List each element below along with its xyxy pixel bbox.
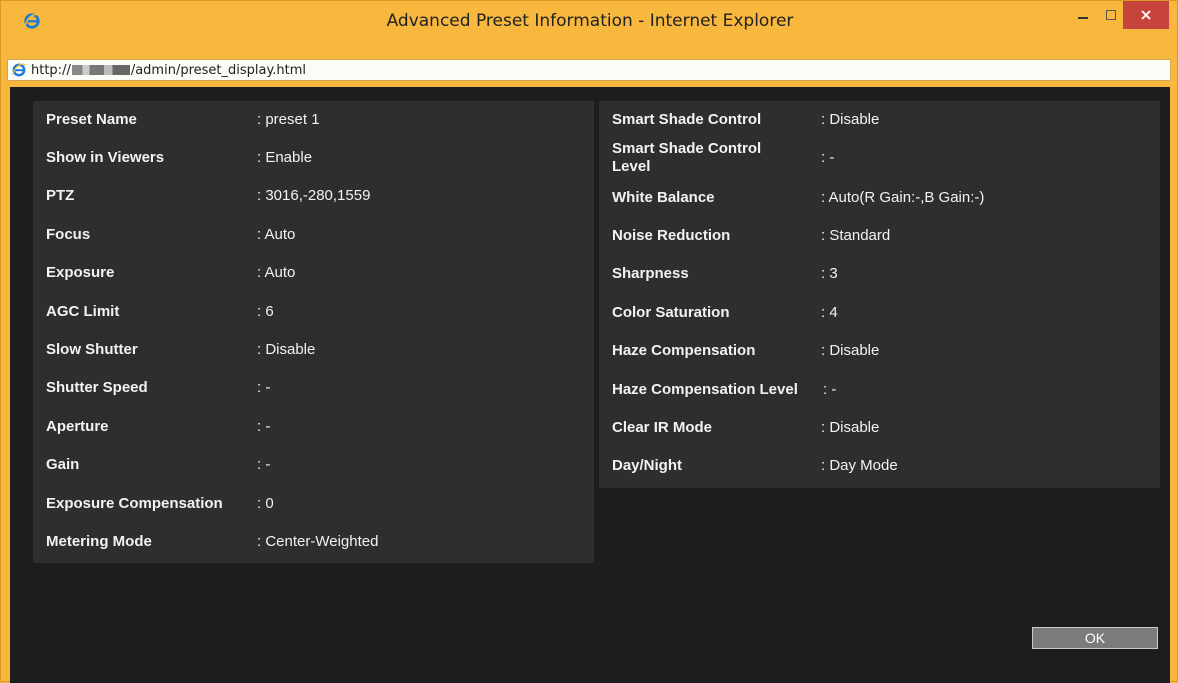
row-value: : - — [257, 418, 271, 435]
url-path: /admin/preset_display.html — [130, 62, 307, 78]
row-value: : Enable — [257, 149, 313, 166]
row-value: : Auto — [257, 264, 296, 281]
row-value: : Day Mode — [821, 457, 898, 474]
info-row: Show in Viewers : Enable — [33, 139, 594, 177]
row-value: : Disable — [257, 341, 316, 358]
redacted-host — [71, 65, 130, 75]
close-button[interactable] — [1123, 1, 1169, 29]
maximize-button[interactable] — [1097, 1, 1125, 29]
info-row: Preset Name : preset 1 — [33, 101, 594, 139]
close-icon — [1141, 10, 1151, 20]
info-row: Haze Compensation : Disable — [599, 332, 1160, 370]
row-label: Haze Compensation — [612, 342, 756, 359]
info-row: Slow Shutter : Disable — [33, 331, 594, 369]
row-label: Noise Reduction — [612, 227, 731, 244]
info-row: Clear IR Mode : Disable — [599, 409, 1160, 447]
row-label: Smart Shade Control — [612, 111, 762, 128]
info-row: Color Saturation : 4 — [599, 294, 1160, 332]
row-label: AGC Limit — [46, 303, 120, 320]
row-label: Show in Viewers — [46, 149, 165, 166]
info-row: Noise Reduction : Standard — [599, 217, 1160, 255]
row-value: : - — [821, 149, 835, 166]
info-row: Shutter Speed : - — [33, 369, 594, 407]
row-value: : Auto — [257, 226, 296, 243]
info-row: Sharpness : 3 — [599, 255, 1160, 293]
image-settings-panel: Smart Shade Control : Disable Smart Shad… — [599, 101, 1160, 488]
row-value: : 3016,-280,1559 — [257, 187, 371, 204]
row-value: : - — [257, 379, 271, 396]
row-label: Clear IR Mode — [612, 419, 713, 436]
browser-window: Advanced Preset Information - Internet E… — [0, 0, 1178, 683]
row-value: : - — [257, 456, 271, 473]
ok-button[interactable]: OK — [1032, 627, 1158, 649]
row-label: Metering Mode — [46, 533, 152, 550]
minimize-button[interactable] — [1069, 1, 1097, 29]
address-url: http:// /admin/preset_display.html — [31, 63, 306, 78]
info-row: Gain : - — [33, 446, 594, 484]
row-label: Gain — [46, 456, 80, 473]
row-label: Aperture — [46, 418, 109, 435]
url-prefix: http:// — [31, 62, 71, 78]
row-value: : Disable — [821, 342, 880, 359]
row-value: : 4 — [821, 304, 838, 321]
row-value: : 3 — [821, 265, 838, 282]
maximize-icon — [1106, 10, 1116, 20]
row-value: : Disable — [821, 111, 880, 128]
row-value: : Disable — [821, 419, 880, 436]
info-row: Metering Mode : Center-Weighted — [33, 523, 594, 561]
row-label: Exposure — [46, 264, 115, 281]
minimize-icon — [1078, 17, 1088, 19]
internet-explorer-icon — [12, 63, 26, 77]
row-label: Shutter Speed — [46, 379, 148, 396]
window-title: Advanced Preset Information - Internet E… — [386, 11, 794, 31]
row-value: : Center-Weighted — [257, 533, 379, 550]
row-label: Day/Night — [612, 457, 683, 474]
row-label: Focus — [46, 226, 91, 243]
dialog-content: Preset Name : preset 1 Show in Viewers :… — [10, 87, 1170, 683]
row-label: Exposure Compensation — [46, 495, 223, 512]
title-bar[interactable]: Advanced Preset Information - Internet E… — [1, 1, 1178, 41]
row-label: Smart Shade Control Level — [612, 140, 762, 175]
info-row: Day/Night : Day Mode — [599, 447, 1160, 485]
row-label: Sharpness — [612, 265, 689, 282]
row-label: Preset Name — [46, 111, 137, 128]
row-value: : - — [823, 381, 837, 398]
row-value: : 6 — [257, 303, 274, 320]
row-label: Slow Shutter — [46, 341, 138, 358]
row-value: : Auto(R Gain:-,B Gain:-) — [821, 189, 985, 206]
info-row: Focus : Auto — [33, 216, 594, 254]
row-label: White Balance — [612, 189, 715, 206]
info-row: PTZ : 3016,-280,1559 — [33, 177, 594, 215]
row-value: : 0 — [257, 495, 274, 512]
info-row: Haze Compensation Level : - — [599, 371, 1160, 409]
row-value: : preset 1 — [257, 111, 320, 128]
info-row: White Balance : Auto(R Gain:-,B Gain:-) — [599, 179, 1160, 217]
row-label: Color Saturation — [612, 304, 730, 321]
address-bar[interactable]: http:// /admin/preset_display.html — [7, 59, 1171, 81]
info-row: Exposure Compensation : 0 — [33, 485, 594, 523]
preset-settings-panel: Preset Name : preset 1 Show in Viewers :… — [33, 101, 594, 563]
row-value: : Standard — [821, 227, 891, 244]
row-label: Haze Compensation Level — [612, 381, 798, 398]
info-row: Smart Shade Control Level : - — [599, 139, 1160, 177]
info-row: Smart Shade Control : Disable — [599, 101, 1160, 139]
info-row: Exposure : Auto — [33, 254, 594, 292]
row-label: PTZ — [46, 187, 75, 204]
info-row: AGC Limit : 6 — [33, 293, 594, 331]
info-row: Aperture : - — [33, 408, 594, 446]
